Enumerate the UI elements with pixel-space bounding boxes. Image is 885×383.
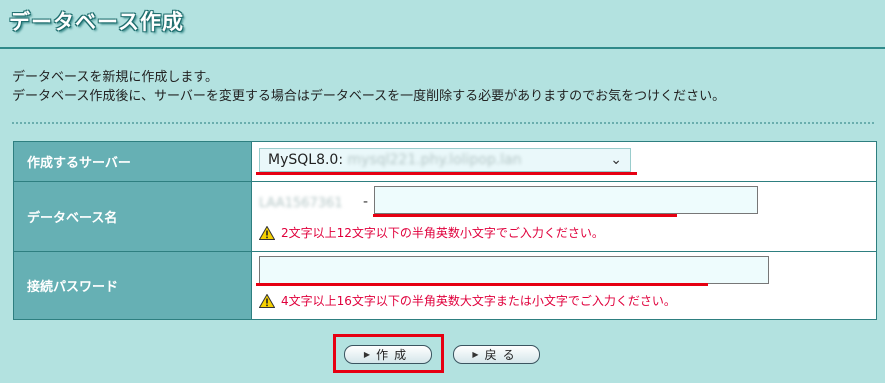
back-button[interactable]: ▶ 戻る: [453, 345, 540, 364]
db-name-highlight-underline: [373, 214, 677, 217]
db-name-note-text: 2文字以上12文字以下の半角英数小文字でご入力ください。: [281, 226, 604, 240]
db-name-label: データベース名: [14, 182, 251, 251]
server-label: 作成するサーバー: [14, 142, 251, 181]
password-note-text: 4文字以上16文字以下の半角英数大文字または小文字でご入力ください。: [281, 294, 676, 308]
page-title: データベース作成: [9, 10, 184, 34]
chevron-down-icon: ⌄: [610, 152, 622, 168]
back-button-label: 戻る: [484, 348, 521, 362]
password-highlight-underline: [256, 283, 708, 286]
server-select[interactable]: MySQL8.0: mysql221.phy.lolipop.lan ⌄: [259, 148, 631, 172]
password-input[interactable]: [259, 256, 769, 284]
server-value-cell: MySQL8.0: mysql221.phy.lolipop.lan ⌄: [252, 142, 876, 181]
server-highlight-underline: [256, 172, 637, 175]
warning-icon: [259, 293, 275, 308]
db-name-prefix: LAA1567361: [259, 196, 343, 211]
server-row: 作成するサーバー MySQL8.0: mysql221.phy.lolipop.…: [14, 142, 876, 181]
server-select-host: mysql221.phy.lolipop.lan: [347, 152, 522, 168]
divider: [12, 122, 874, 124]
password-note: 4文字以上16文字以下の半角英数大文字または小文字でご入力ください。: [259, 292, 676, 309]
warning-icon: [259, 225, 275, 240]
title-bar: データベース作成: [0, 0, 885, 49]
password-label: 接続パスワード: [14, 252, 251, 319]
db-name-separator: -: [363, 194, 369, 210]
description-line-2: データベース作成後に、サーバーを変更する場合はデータベースを一度削除する必要があ…: [12, 89, 726, 104]
db-name-input[interactable]: [374, 186, 758, 214]
play-icon: ▶: [472, 350, 479, 359]
server-select-prefix: MySQL8.0:: [268, 152, 344, 168]
description-line-1: データベースを新規に作成します。: [12, 70, 219, 85]
database-form: 作成するサーバー MySQL8.0: mysql221.phy.lolipop.…: [13, 141, 877, 320]
create-button-highlight: [333, 334, 444, 373]
db-name-note: 2文字以上12文字以下の半角英数小文字でご入力ください。: [259, 224, 604, 241]
description: データベースを新規に作成します。 データベース作成後に、サーバーを変更する場合は…: [12, 68, 725, 106]
